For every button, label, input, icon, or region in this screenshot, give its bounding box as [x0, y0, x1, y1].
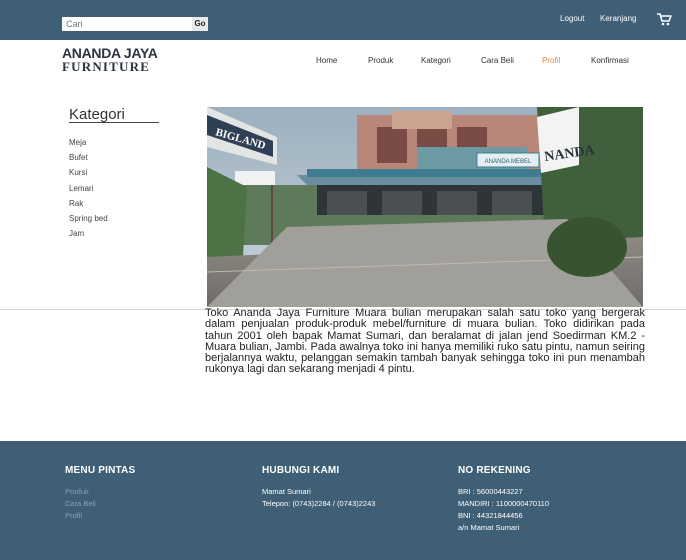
category-item-rak[interactable]: Rak: [69, 196, 108, 211]
bank-line-bni: BNI : 44321844456: [458, 511, 523, 520]
bank-line-bri: BRI : 56000443227: [458, 487, 523, 496]
nav-konfirmasi[interactable]: Konfirmasi: [591, 56, 629, 65]
category-item-bufet[interactable]: Bufet: [69, 150, 108, 165]
sidebar-divider: [69, 122, 159, 123]
top-bar: Go Logout Keranjang: [0, 0, 686, 40]
footer-contact-heading: HUBUNGI KAMI: [262, 465, 340, 476]
footer-contact-column: HUBUNGI KAMI Mamat Sumari Telepon: (0743…: [262, 465, 375, 510]
search-button[interactable]: Go: [192, 17, 208, 31]
store-photo-illustration: ANANDA MEBEL BIGLAND NANDA: [207, 107, 643, 307]
store-description: Toko Ananda Jaya Furniture Muara bulian …: [205, 307, 645, 376]
sidebar-title: Kategori: [69, 106, 125, 123]
shopping-cart-icon[interactable]: [656, 11, 672, 27]
nav-kategori[interactable]: Kategori: [421, 56, 451, 65]
bank-line-mandiri: MANDIRI : 1100000470110: [458, 499, 550, 508]
nav-home[interactable]: Home: [316, 56, 337, 65]
bank-account-holder: a/n Mamat Sumari: [458, 523, 520, 532]
nav-profil[interactable]: Profil: [542, 56, 560, 65]
footer-menu-heading: MENU PINTAS: [65, 465, 136, 476]
footer-link-produk[interactable]: Produk: [65, 486, 135, 498]
category-item-spring-bed[interactable]: Spring bed: [69, 211, 108, 226]
footer-bank-column: NO REKENING BRI : 56000443227 MANDIRI : …: [458, 465, 549, 534]
logout-link[interactable]: Logout: [560, 14, 584, 23]
cart-link[interactable]: Keranjang: [600, 14, 636, 23]
footer-menu-column: MENU PINTAS Produk Cara Beli Profil: [65, 465, 135, 522]
footer: MENU PINTAS Produk Cara Beli Profil HUBU…: [0, 441, 686, 560]
category-list: Meja Bufet Kursi Lemari Rak Spring bed J…: [69, 135, 108, 241]
footer-bank-heading: NO REKENING: [458, 465, 531, 476]
search-input[interactable]: [62, 17, 192, 31]
store-sign-text: ANANDA MEBEL: [485, 159, 532, 165]
logo-subtitle: FURNITURE: [62, 59, 151, 74]
category-item-jam[interactable]: Jam: [69, 226, 108, 241]
footer-link-profil[interactable]: Profil: [65, 510, 135, 522]
site-logo[interactable]: ANANDA JAYA FURNITURE: [62, 46, 158, 74]
nav-produk[interactable]: Produk: [368, 56, 393, 65]
nav-cara-beli[interactable]: Cara Beli: [481, 56, 514, 65]
footer-link-cara-beli[interactable]: Cara Beli: [65, 498, 135, 510]
logo-title: ANANDA JAYA: [62, 45, 158, 61]
contact-name: Mamat Sumari: [262, 487, 311, 496]
category-item-lemari[interactable]: Lemari: [69, 181, 108, 196]
store-photo: ANANDA MEBEL BIGLAND NANDA: [207, 107, 643, 307]
contact-phone: Telepon: (0743)2284 / (0743)2243: [262, 499, 376, 508]
category-item-meja[interactable]: Meja: [69, 135, 108, 150]
category-item-kursi[interactable]: Kursi: [69, 165, 108, 180]
